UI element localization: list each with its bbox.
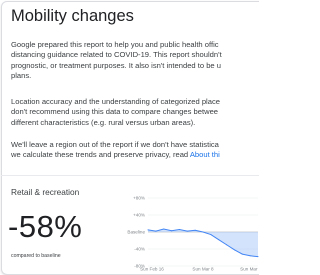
privacy-line: We'll leave a region out of the report i… — [11, 140, 219, 149]
intro-line: plans. — [11, 70, 32, 80]
category-label: Retail & recreation — [11, 187, 80, 197]
data-point — [218, 239, 220, 241]
data-point — [155, 230, 157, 232]
about-link[interactable]: About thi — [190, 150, 220, 159]
intro-line: Google prepared this report to help you … — [11, 40, 219, 49]
privacy-paragraph: We'll leave a region out of the report i… — [11, 140, 259, 161]
data-point — [202, 231, 204, 233]
intro-line: prognostic, or treatment purposes. It al… — [11, 60, 221, 70]
card-title: Mobility changes — [11, 7, 134, 25]
privacy-line-text: we calculate these trends and preserve p… — [11, 150, 190, 160]
data-point — [178, 228, 180, 230]
data-point — [194, 229, 196, 231]
privacy-line: we calculate these trends and preserve p… — [11, 150, 259, 160]
x-tick-label: Sun Mar 29 — [240, 267, 259, 272]
data-point — [249, 255, 251, 257]
y-tick-label: Baseline — [127, 230, 145, 235]
accuracy-line: don't recommend using this data to compa… — [11, 107, 219, 117]
mobility-chart: +80%+40%Baseline-40%-80%Sun Feb 16 Sun Ma… — [127, 196, 259, 272]
accuracy-line: different characteristics (e.g. rural ve… — [11, 117, 196, 127]
x-tick-label: Sun Feb 16 — [140, 267, 164, 272]
data-point — [233, 249, 235, 251]
page: Mobility changes Google prepared this re… — [0, 0, 259, 275]
data-point — [226, 244, 228, 246]
data-point — [163, 228, 165, 230]
y-tick-label: -40% — [134, 247, 145, 252]
data-point — [186, 230, 188, 232]
accuracy-paragraph: Location accuracy and the understanding … — [11, 97, 259, 128]
baseline-note: compared to baseline — [11, 253, 61, 259]
data-point — [257, 256, 259, 258]
intro-line: distancing guidance related to COVID-19.… — [11, 50, 222, 60]
section-divider — [1, 175, 259, 176]
data-point — [241, 253, 243, 255]
intro-paragraph: Google prepared this report to help you … — [11, 40, 259, 81]
x-tick-label: Sun Mar 8 — [192, 267, 214, 272]
y-tick-label: +40% — [133, 213, 145, 218]
accuracy-line: Location accuracy and the understanding … — [11, 97, 220, 106]
series-area — [148, 229, 258, 257]
data-point — [210, 234, 212, 236]
data-point — [171, 230, 173, 232]
percent-change-value: -58% — [8, 209, 83, 244]
data-point — [147, 229, 149, 231]
y-tick-label: +80% — [133, 196, 145, 201]
